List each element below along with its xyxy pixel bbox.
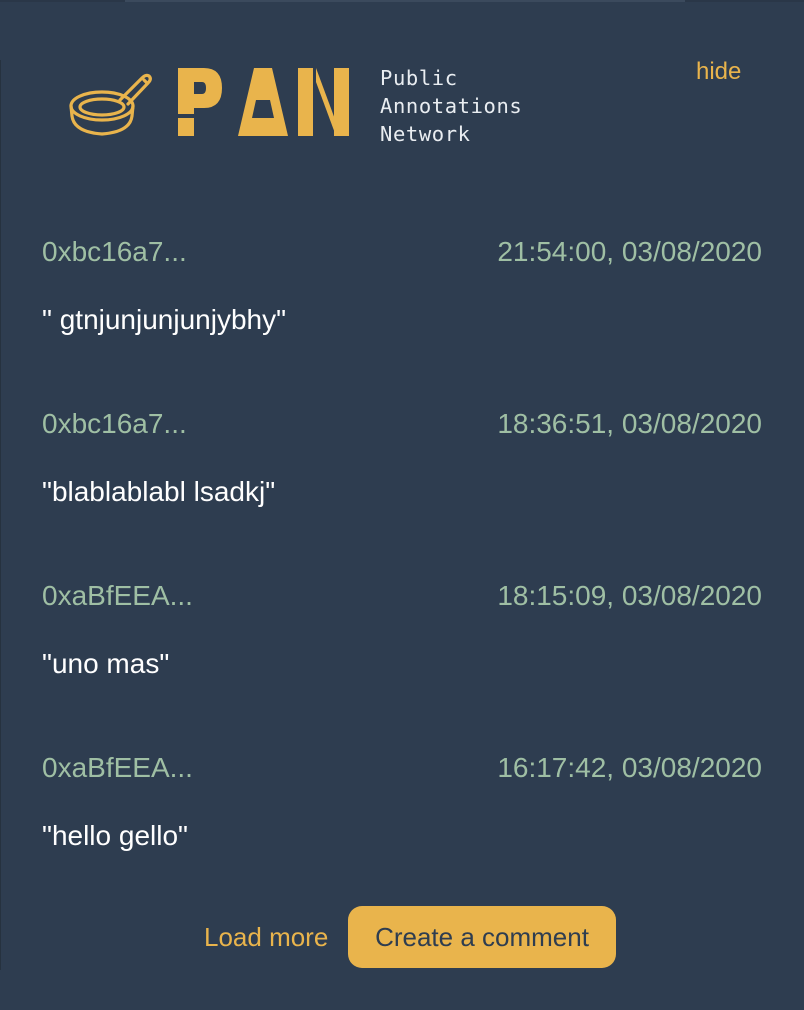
comment-item: 0xbc16a7... 18:36:51, 03/08/2020 "blabla… [42,408,762,580]
comment-text: "hello gello" [42,820,188,851]
comment-text: " gtnjunjunjunjybhy" [42,304,287,335]
comment-author[interactable]: 0xbc16a7... [42,236,187,268]
comment-item: 0xaBfEEA... 16:17:42, 03/08/2020 "hello … [42,752,762,924]
header: Public Annotations Network hide [0,0,804,170]
left-edge [0,60,1,970]
comment-list: 0xbc16a7... 21:54:00, 03/08/2020 " gtnju… [42,236,762,924]
load-more-link[interactable]: Load more [204,922,328,953]
create-comment-button[interactable]: Create a comment [348,906,616,968]
comment-author[interactable]: 0xbc16a7... [42,408,187,440]
pan-wordmark [178,68,349,136]
tagline-line-2: Annotations [380,94,523,118]
tagline-line-3: Network [380,122,471,146]
comment-item: 0xaBfEEA... 18:15:09, 03/08/2020 "uno ma… [42,580,762,752]
hide-link[interactable]: hide [696,58,741,86]
comment-item: 0xbc16a7... 21:54:00, 03/08/2020 " gtnju… [42,236,762,408]
tagline: Public Annotations Network [380,64,522,148]
comment-timestamp: 16:17:42, 03/08/2020 [497,752,762,783]
comment-timestamp: 18:15:09, 03/08/2020 [497,580,762,611]
comment-timestamp: 18:36:51, 03/08/2020 [497,408,762,439]
comment-author[interactable]: 0xaBfEEA... [42,752,193,784]
comment-text: "blablablabl lsadkj" [42,476,276,507]
comment-actions: Load more Create a comment [0,906,804,968]
comment-author[interactable]: 0xaBfEEA... [42,580,193,612]
tagline-line-1: Public [380,66,458,90]
frying-pan-icon [69,73,152,136]
comment-timestamp: 21:54:00, 03/08/2020 [497,236,762,267]
comment-text: "uno mas" [42,648,170,679]
